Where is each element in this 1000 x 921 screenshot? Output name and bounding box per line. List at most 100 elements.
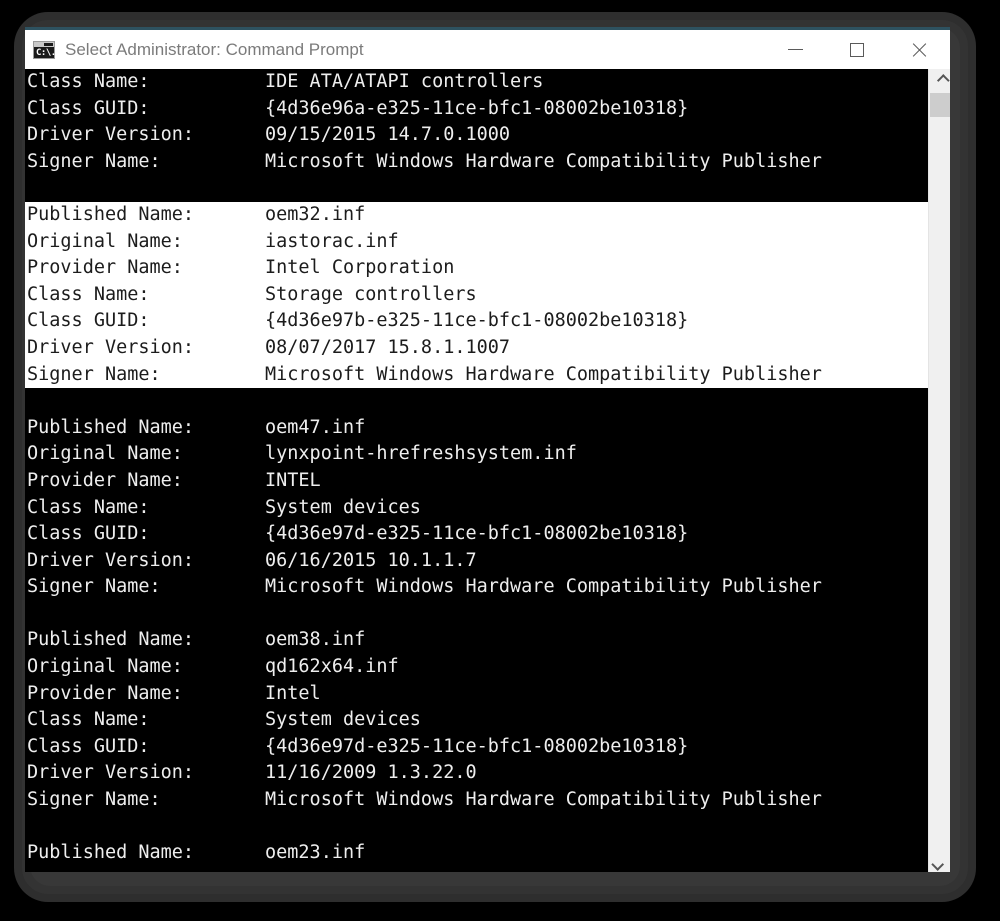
console-line-value: Intel [265, 682, 321, 704]
console-line: Provider Name: Intel Corporation [25, 255, 928, 282]
console-line-value: oem38.inf [265, 629, 366, 651]
console-line-key: Signer Name: [27, 789, 161, 811]
console-line-value: System devices [265, 496, 421, 518]
console-line: Class GUID: {4d36e97b-e325-11ce-bfc1-0800… [25, 308, 928, 335]
maximize-icon [850, 42, 864, 57]
console-line-key: Class GUID: [27, 523, 150, 545]
console-line-value: oem32.inf [265, 203, 366, 225]
console-block[interactable]: Class Name: IDE ATA/ATAPI controllers Clas… [25, 69, 928, 175]
scroll-up-arrow-icon[interactable] [929, 69, 950, 91]
command-prompt-window: C:\. Select Administrator: Command Promp… [25, 27, 950, 872]
minimize-icon [787, 49, 803, 50]
console-line: Original Name: iastorac.inf [25, 229, 928, 256]
console-line-value: 06/16/2015 10.1.1.7 [265, 549, 477, 571]
console-line: Class Name: System devices [25, 707, 928, 734]
window-titlebar[interactable]: C:\. Select Administrator: Command Promp… [25, 30, 950, 69]
console-line-key: Published Name: [27, 842, 195, 864]
console-line: Original Name: qd162x64.inf [25, 654, 928, 681]
console-line-value: Microsoft Windows Hardware Compatibility… [265, 363, 822, 385]
console-line-key: Original Name: [27, 443, 183, 465]
console-line-value: oem47.inf [265, 416, 366, 438]
console-text[interactable]: Class Name: IDE ATA/ATAPI controllers Clas… [25, 69, 928, 867]
console-line: Signer Name: Microsoft Windows Hardware C… [25, 362, 928, 389]
console-line: Published Name: oem32.inf [25, 202, 928, 229]
console-line-key: Provider Name: [27, 469, 183, 491]
console-line-value: {4d36e97d-e325-11ce-bfc1-08002be10318} [265, 735, 689, 757]
console-line-key: Class GUID: [27, 735, 150, 757]
console-line-value: lynxpoint-hrefreshsystem.inf [265, 443, 577, 465]
console-block[interactable]: Published Name: oem47.inf Original Name: ly… [25, 415, 928, 601]
console-line: Published Name: oem23.inf [25, 840, 928, 867]
console-line-key: Driver Version: [27, 762, 195, 784]
console-line-key: Published Name: [27, 416, 195, 438]
console-line: Class Name: System devices [25, 495, 928, 522]
console-block[interactable]: Published Name: oem23.inf [25, 840, 928, 867]
console-line-key: Original Name: [27, 656, 183, 678]
console-line: Signer Name: Microsoft Windows Hardware C… [25, 149, 928, 176]
console-line-value: Microsoft Windows Hardware Compatibility… [265, 576, 822, 598]
console-line: Class Name: IDE ATA/ATAPI controllers [25, 69, 928, 96]
console-line-value: {4d36e97d-e325-11ce-bfc1-08002be10318} [265, 523, 689, 545]
console-line-value: {4d36e97b-e325-11ce-bfc1-08002be10318} [265, 310, 689, 332]
console-line-value: Microsoft Windows Hardware Compatibility… [265, 150, 822, 172]
console-line: Driver Version: 08/07/2017 15.8.1.1007 [25, 335, 928, 362]
console-block-selected[interactable]: Published Name: oem32.inf Original Name: ia… [25, 201, 928, 389]
close-button[interactable] [888, 30, 950, 69]
console-line: Signer Name: Microsoft Windows Hardware C… [25, 787, 928, 814]
scroll-down-arrow-icon[interactable] [929, 853, 950, 872]
console-line: Provider Name: Intel [25, 681, 928, 708]
console-line: Signer Name: Microsoft Windows Hardware C… [25, 574, 928, 601]
console-line-key: Signer Name: [27, 576, 161, 598]
console-line-key: Class GUID: [27, 97, 150, 119]
console-line: Driver Version: 06/16/2015 10.1.1.7 [25, 548, 928, 575]
console-line-key: Published Name: [27, 629, 195, 651]
console-line-value: INTEL [265, 469, 321, 491]
scrollbar-thumb[interactable] [930, 93, 950, 117]
console-line-key: Provider Name: [27, 682, 183, 704]
console-line-key: Original Name: [27, 230, 183, 252]
console-line-value: qd162x64.inf [265, 656, 399, 678]
console-line: Published Name: oem47.inf [25, 415, 928, 442]
screen-root: C:\. Select Administrator: Command Promp… [0, 0, 1000, 921]
chevron-up-icon [936, 73, 950, 87]
console-line-value: IDE ATA/ATAPI controllers [265, 71, 544, 92]
console-line-key: Driver Version: [27, 336, 195, 358]
console-line: Provider Name: INTEL [25, 468, 928, 495]
console-line-key: Class Name: [27, 71, 150, 92]
icon-titlebar-strip [34, 41, 54, 47]
console-line-value: iastorac.inf [265, 230, 399, 252]
window-title: Select Administrator: Command Prompt [65, 39, 364, 59]
console-line-value: Storage controllers [265, 283, 477, 305]
console-scrollbar[interactable] [928, 69, 950, 872]
minimize-button[interactable] [764, 30, 826, 69]
console-line-value: System devices [265, 709, 421, 731]
console-line-key: Signer Name: [27, 150, 161, 172]
chevron-down-icon [930, 857, 944, 871]
maximize-button[interactable] [826, 30, 888, 69]
console-line: Driver Version: 11/16/2009 1.3.22.0 [25, 760, 928, 787]
close-icon [910, 41, 928, 59]
console-line-value: 11/16/2009 1.3.22.0 [265, 762, 477, 784]
console-line-value: oem23.inf [265, 842, 366, 864]
window-controls [764, 30, 950, 69]
console-line-value: {4d36e96a-e325-11ce-bfc1-08002be10318} [265, 97, 689, 119]
console-line-key: Signer Name: [27, 363, 161, 385]
console-line-value: Microsoft Windows Hardware Compatibility… [265, 789, 822, 811]
console-line-key: Provider Name: [27, 257, 183, 279]
console-line: Class GUID: {4d36e96a-e325-11ce-bfc1-0800… [25, 96, 928, 123]
icon-prompt-glyph: C:\. [36, 47, 56, 58]
console-line: Original Name: lynxpoint-hrefreshsystem.i… [25, 441, 928, 468]
console-output-area[interactable]: Class Name: IDE ATA/ATAPI controllers Clas… [25, 69, 950, 872]
console-line-key: Driver Version: [27, 124, 195, 146]
console-line-key: Class Name: [27, 283, 150, 305]
console-line-value: 09/15/2015 14.7.0.1000 [265, 124, 511, 146]
console-line-key: Class Name: [27, 709, 150, 731]
console-line-value: 08/07/2017 15.8.1.1007 [265, 336, 511, 358]
console-line-key: Driver Version: [27, 549, 195, 571]
console-block[interactable]: Published Name: oem38.inf Original Name: qd… [25, 627, 928, 813]
console-line: Published Name: oem38.inf [25, 627, 928, 654]
